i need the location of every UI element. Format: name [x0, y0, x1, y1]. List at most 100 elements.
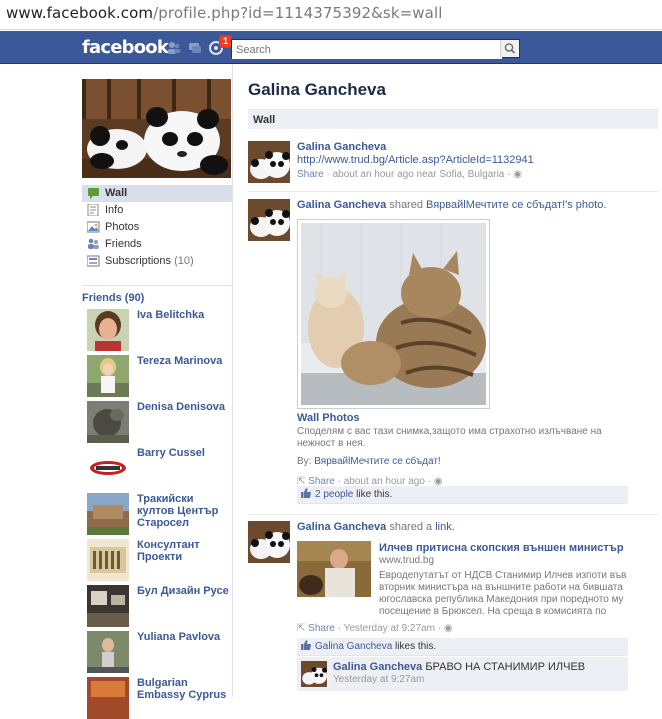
share-link[interactable]: Share [308, 623, 335, 634]
friend-item[interactable]: Bulgarian Embassy Cyprus [87, 677, 232, 719]
friend-name[interactable]: Бул Дизайн Русе [137, 585, 229, 597]
author-photo [248, 199, 290, 241]
nav-subscriptions[interactable]: Subscriptions (10) [82, 253, 232, 270]
browser-address-bar[interactable]: www.facebook.com/profile.php?id=11143753… [0, 0, 662, 30]
friend-avatar[interactable] [87, 539, 129, 581]
friend-item[interactable]: Tereza Marinova [87, 355, 232, 397]
friend-requests-icon[interactable] [166, 40, 182, 56]
search-icon [504, 43, 516, 54]
share-link[interactable]: Share [297, 169, 324, 180]
story-author[interactable]: Galina Gancheva [297, 199, 386, 211]
friend-item[interactable]: Тракийски култов Център Старосел [87, 493, 232, 535]
friend-photo [87, 309, 129, 351]
profile-picture[interactable] [82, 79, 231, 178]
profile-nav: Wall Info Photos Friends Subscriptions (… [82, 185, 232, 270]
friend-avatar[interactable] [87, 631, 129, 673]
friend-name[interactable]: Консултант Проекти [137, 539, 229, 563]
friend-avatar[interactable] [87, 677, 129, 719]
friend-name[interactable]: Bulgarian Embassy Cyprus [137, 677, 229, 701]
friend-photo [87, 355, 129, 397]
friend-name[interactable]: Barry Cussel [137, 447, 229, 459]
friend-avatar[interactable] [87, 355, 129, 397]
comment-body: Galina Gancheva БРАВО НА СТАНИМИР ИЛЧЕВ … [333, 661, 623, 685]
author-photo [248, 141, 290, 183]
likers-link[interactable]: Galina Gancheva [315, 641, 392, 652]
friend-photo [87, 539, 129, 581]
friend-item[interactable]: Консултант Проекти [87, 539, 232, 581]
story-link[interactable]: http://www.trud.bg/Article.asp?ArticleId… [297, 154, 657, 166]
article-photo [297, 541, 371, 597]
shared-photo-link[interactable]: ВярвайlМечтите се сбъдат!'s photo. [426, 199, 606, 211]
nav-subscriptions-label: Subscriptions [105, 255, 172, 267]
friend-name[interactable]: Тракийски култов Център Старосел [137, 493, 229, 529]
story-meta-row: ⇱ Share · Yesterday at 9:27am · ◉ [297, 620, 637, 634]
shared-link[interactable]: link. [435, 521, 455, 533]
nav-wall[interactable]: Wall [82, 185, 232, 202]
story-body: Galina Gancheva http://www.trud.bg/Artic… [297, 141, 657, 180]
search-box[interactable] [231, 39, 520, 59]
address-text[interactable]: www.facebook.com/profile.php?id=11143753… [6, 4, 443, 22]
photo-details: Wall Photos Споделям с вас тази снимка,з… [297, 412, 637, 487]
likes-text: likes this. [392, 641, 437, 652]
story-body: Galina Gancheva shared ВярвайlМечтите се… [297, 199, 657, 211]
wall-icon [88, 188, 99, 199]
album-link[interactable]: Wall Photos [297, 412, 637, 424]
messages-icon[interactable] [187, 40, 203, 56]
story-divider [248, 514, 658, 515]
photos-icon [87, 221, 100, 233]
like-thumb-icon [301, 640, 311, 650]
share-icon: ⇱ [297, 623, 309, 634]
comment-timestamp[interactable]: Yesterday at 9:27am [333, 674, 623, 685]
search-input[interactable] [232, 40, 502, 59]
nav-photos-label: Photos [105, 221, 140, 233]
nav-info[interactable]: Info [82, 202, 232, 219]
friend-avatar[interactable] [87, 447, 129, 489]
facebook-logo[interactable]: facebook [82, 37, 169, 58]
story-meta: ⇱ Share · Yesterday at 9:27am · ◉ [297, 623, 637, 634]
story-timestamp: · Yesterday at 9:27am · [334, 623, 444, 634]
friend-item[interactable]: Iva Belitchka [87, 309, 232, 351]
friend-name[interactable]: Yuliana Pavlova [137, 631, 229, 643]
friend-name[interactable]: Denisa Denisova [137, 401, 229, 413]
friend-item[interactable]: Barry Cussel [87, 447, 232, 489]
column-divider [232, 64, 233, 697]
nav-photos[interactable]: Photos [82, 219, 232, 236]
likes-bar: Galina Gancheva likes this. [297, 638, 628, 656]
story-avatar[interactable] [248, 521, 290, 563]
friend-item[interactable]: Yuliana Pavlova [87, 631, 232, 673]
shared-photo[interactable] [297, 219, 490, 409]
nav-friends-label: Friends [105, 238, 142, 250]
attribution-link[interactable]: ВярвайlМечтите се сбъдат! [314, 456, 440, 467]
friend-avatar[interactable] [87, 585, 129, 627]
commenter-photo [301, 661, 327, 687]
friend-name[interactable]: Iva Belitchka [137, 309, 229, 321]
friend-avatar[interactable] [87, 401, 129, 443]
story-author[interactable]: Galina Gancheva [297, 521, 386, 533]
privacy-globe-icon[interactable]: ◉ [513, 169, 522, 180]
likes-text: like this. [353, 489, 393, 500]
comment-author[interactable]: Galina Gancheva [333, 661, 422, 673]
story-avatar[interactable] [248, 199, 290, 241]
friend-avatar[interactable] [87, 309, 129, 351]
friend-item[interactable]: Бул Дизайн Русе [87, 585, 232, 627]
panda-photo [82, 79, 231, 178]
friends-heading[interactable]: Friends (90) [82, 285, 232, 304]
friend-item[interactable]: Denisa Denisova [87, 401, 232, 443]
story-avatar[interactable] [248, 141, 290, 183]
likers-link[interactable]: 2 people [315, 489, 353, 500]
article-title[interactable]: Илчев притисна скопския външен министър [379, 542, 629, 554]
friend-name[interactable]: Tereza Marinova [137, 355, 229, 367]
likes-bar: 2 people like this. [297, 486, 628, 504]
comment-avatar[interactable] [301, 661, 327, 687]
story-action: shared [386, 199, 427, 211]
story-divider [248, 191, 658, 192]
comment: Galina Gancheva БРАВО НА СТАНИМИР ИЛЧЕВ … [297, 657, 628, 691]
privacy-globe-icon[interactable]: ◉ [444, 623, 453, 634]
search-button[interactable] [500, 40, 519, 57]
author-photo [248, 521, 290, 563]
friend-avatar[interactable] [87, 493, 129, 535]
friends-icon [88, 238, 99, 249]
article-thumbnail[interactable] [297, 541, 371, 597]
nav-friends[interactable]: Friends [82, 236, 232, 253]
story-author[interactable]: Galina Gancheva [297, 141, 657, 153]
